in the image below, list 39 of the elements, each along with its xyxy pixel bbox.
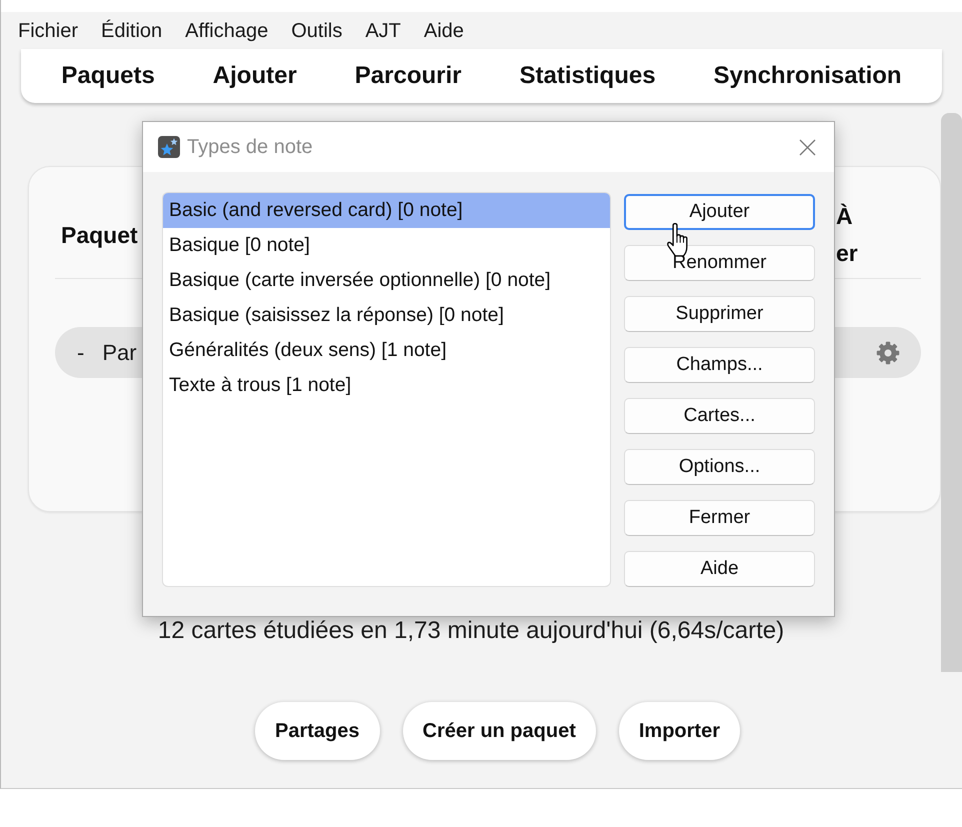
gear-icon[interactable]	[876, 340, 900, 364]
scrollbar-thumb[interactable]	[941, 113, 962, 672]
close-icon[interactable]	[799, 138, 816, 156]
dialog-button[interactable]: Renommer	[624, 245, 815, 281]
dialog-button[interactable]: Ajouter	[624, 194, 815, 230]
pointer-hand-icon	[666, 222, 689, 257]
toolbar-link[interactable]: Synchronisation	[714, 61, 902, 91]
toolbar-link[interactable]: Statistiques	[520, 61, 656, 91]
menu-item[interactable]: Outils	[291, 18, 342, 42]
stats-text: 12 cartes étudiées en 1,73 minute aujourd'hui (6,64s/carte)	[158, 618, 784, 644]
dialog-title: Types de note	[187, 136, 313, 158]
action-button[interactable]: Importer	[618, 702, 740, 760]
list-item[interactable]: Texte à trous [1 note]	[163, 368, 610, 403]
dialog-button[interactable]: Supprimer	[624, 296, 815, 332]
collapse-toggle[interactable]: -	[77, 340, 84, 366]
dialog-button[interactable]: Cartes...	[624, 398, 815, 434]
column-header: À er	[836, 202, 859, 268]
dialog-button[interactable]: Options...	[624, 449, 815, 485]
toolbar-link[interactable]: Parcourir	[354, 61, 462, 91]
list-item[interactable]: Basique [0 note]	[163, 228, 610, 263]
stars-icon	[158, 136, 180, 158]
list-item[interactable]: Basique (carte inversée optionnelle) [0 note]	[163, 263, 610, 298]
action-button[interactable]: Partages	[255, 702, 380, 760]
list-item[interactable]: Basic (and reversed card) [0 note]	[163, 193, 610, 228]
dialog-button[interactable]: Aide	[624, 551, 815, 587]
list-item[interactable]: Basique (saisissez la réponse) [0 note]	[163, 298, 610, 333]
dialog-button[interactable]: Fermer	[624, 500, 815, 536]
dialog-button[interactable]: Champs...	[624, 347, 815, 383]
menu-item[interactable]: Fichier	[18, 18, 78, 42]
list-item[interactable]: Généralités (deux sens) [1 note]	[163, 333, 610, 368]
menu-item[interactable]: Édition	[101, 18, 162, 42]
menu-item[interactable]: Aide	[424, 18, 464, 42]
deck-name[interactable]: Par	[102, 340, 137, 366]
column-header: Paquet	[61, 221, 138, 249]
menu-item[interactable]: Affichage	[185, 18, 268, 42]
menu-item[interactable]: AJT	[365, 18, 401, 42]
toolbar-link[interactable]: Paquets	[61, 61, 155, 91]
toolbar-link[interactable]: Ajouter	[212, 61, 297, 91]
action-button[interactable]: Créer un paquet	[402, 702, 596, 760]
